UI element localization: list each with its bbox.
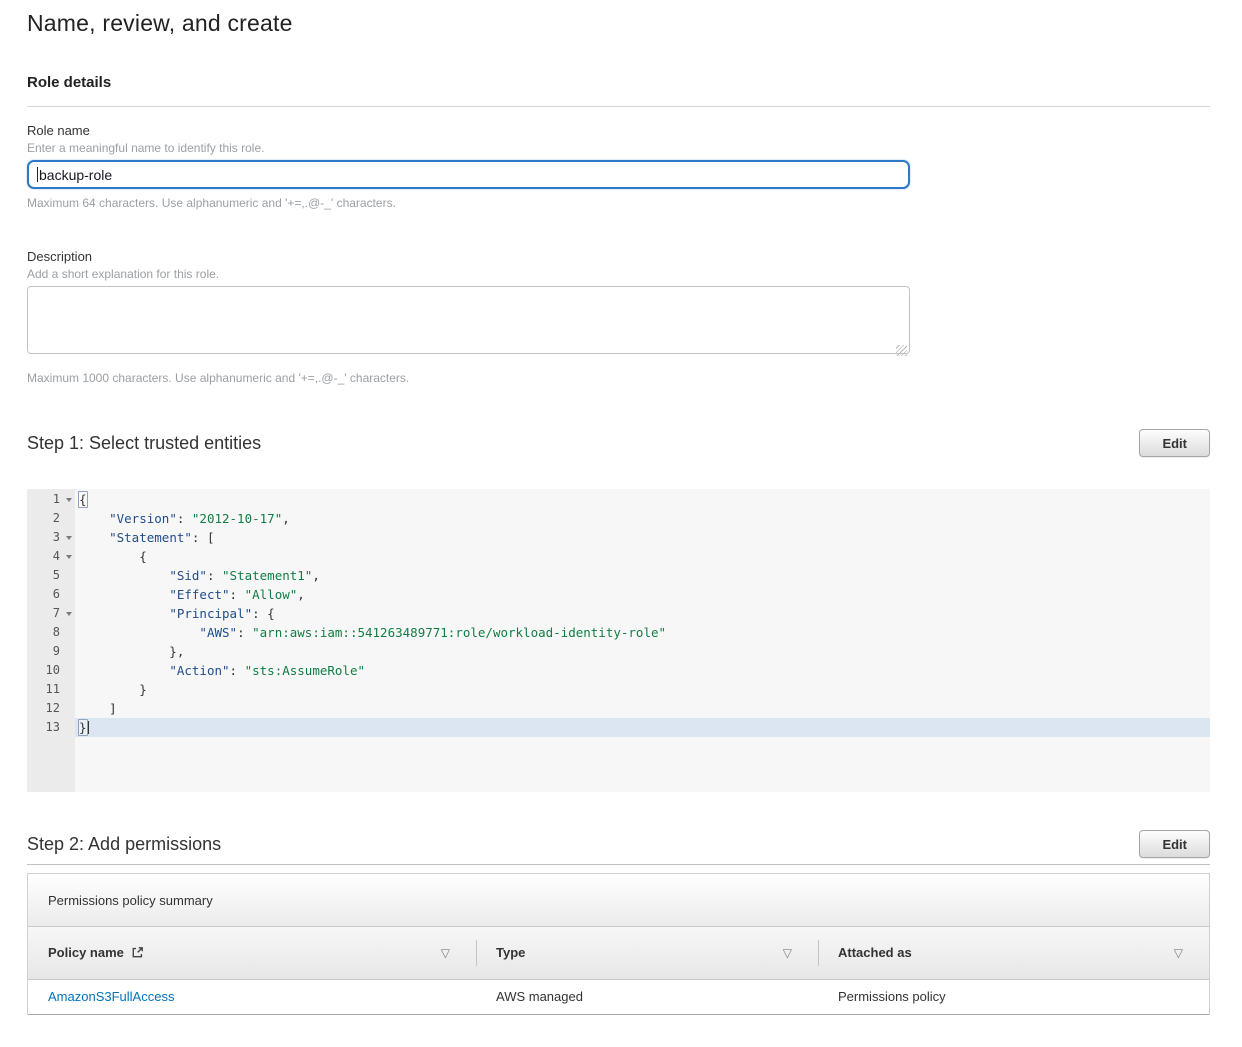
editor-gutter: 12345678910111213 (27, 489, 75, 792)
editor-cursor (88, 721, 89, 734)
page-container: Name, review, and create Role details Ro… (27, 10, 1210, 1015)
policy-name-link[interactable]: AmazonS3FullAccess (48, 989, 174, 1004)
editor-code[interactable]: { "Version": "2012-10-17", "Statement": … (75, 489, 1210, 792)
code-line[interactable]: "Statement": [ (75, 528, 1210, 547)
column-label: Attached as (838, 945, 912, 960)
fold-toggle-icon[interactable] (66, 536, 72, 540)
permissions-summary-panel: Permissions policy summary Policy name▽T… (27, 873, 1210, 1015)
section-divider (27, 106, 1210, 107)
description-label: Description (27, 249, 1210, 264)
code-line[interactable]: } (75, 718, 1210, 737)
line-number: 9 (27, 642, 75, 661)
table-row: AmazonS3FullAccess AWS managedPermissions… (28, 979, 1209, 1014)
code-line[interactable]: "Action": "sts:AssumeRole" (75, 661, 1210, 680)
role-name-input[interactable] (27, 160, 910, 189)
code-line[interactable]: "Principal": { (75, 604, 1210, 623)
column-header-policy-name[interactable]: Policy name ▽ (28, 927, 476, 979)
code-line[interactable]: { (75, 490, 1210, 509)
filter-dropdown-icon[interactable]: ▽ (441, 946, 450, 960)
step1-heading: Step 1: Select trusted entities (27, 433, 261, 454)
fold-toggle-icon[interactable] (66, 612, 72, 616)
code-line[interactable]: ] (75, 699, 1210, 718)
description-textarea[interactable] (27, 286, 910, 354)
fold-toggle-icon[interactable] (66, 498, 72, 502)
column-header-type[interactable]: Type ▽ (476, 927, 818, 979)
role-name-hint: Enter a meaningful name to identify this… (27, 141, 1210, 155)
role-name-label: Role name (27, 123, 1210, 138)
code-line[interactable]: "Sid": "Statement1", (75, 566, 1210, 585)
filter-dropdown-icon[interactable]: ▽ (783, 946, 792, 960)
attached-as-cell: Permissions policy (818, 979, 1209, 1014)
line-number: 12 (27, 699, 75, 718)
line-number: 11 (27, 680, 75, 699)
step1-edit-button[interactable]: Edit (1139, 429, 1210, 457)
line-number: 5 (27, 566, 75, 585)
code-line[interactable]: "AWS": "arn:aws:iam::541263489771:role/w… (75, 623, 1210, 642)
filter-dropdown-icon[interactable]: ▽ (1174, 946, 1183, 960)
policy-type-cell: AWS managed (476, 979, 818, 1014)
line-number: 10 (27, 661, 75, 680)
line-number: 7 (27, 604, 75, 623)
code-line[interactable]: "Version": "2012-10-17", (75, 509, 1210, 528)
description-constraint: Maximum 1000 characters. Use alphanumeri… (27, 371, 1210, 385)
trust-policy-editor[interactable]: 12345678910111213 { "Version": "2012-10-… (27, 489, 1210, 792)
code-line[interactable]: { (75, 547, 1210, 566)
external-link-icon (131, 946, 144, 959)
line-number: 2 (27, 509, 75, 528)
permissions-summary-title: Permissions policy summary (28, 874, 1209, 927)
role-name-constraint: Maximum 64 characters. Use alphanumeric … (27, 196, 1210, 210)
line-number: 13 (27, 718, 75, 737)
step2-divider (27, 864, 1210, 865)
line-number: 6 (27, 585, 75, 604)
step2-edit-button[interactable]: Edit (1139, 830, 1210, 858)
column-label: Policy name (48, 945, 124, 960)
column-label: Type (496, 945, 525, 960)
code-line[interactable]: }, (75, 642, 1210, 661)
fold-toggle-icon[interactable] (66, 555, 72, 559)
step2-heading: Step 2: Add permissions (27, 834, 221, 855)
line-number: 8 (27, 623, 75, 642)
column-header-attached-as[interactable]: Attached as ▽ (818, 927, 1209, 979)
text-cursor (37, 167, 38, 182)
code-line[interactable]: "Effect": "Allow", (75, 585, 1210, 604)
permissions-table: Policy name ▽ Type ▽ Attached as ▽ AmazonS3Fu… (28, 927, 1209, 1015)
role-details-heading: Role details (27, 74, 1210, 91)
code-line[interactable]: } (75, 680, 1210, 699)
page-title: Name, review, and create (27, 10, 1210, 37)
line-number: 4 (27, 547, 75, 566)
line-number: 3 (27, 528, 75, 547)
description-hint: Add a short explanation for this role. (27, 267, 1210, 281)
line-number: 1 (27, 490, 75, 509)
